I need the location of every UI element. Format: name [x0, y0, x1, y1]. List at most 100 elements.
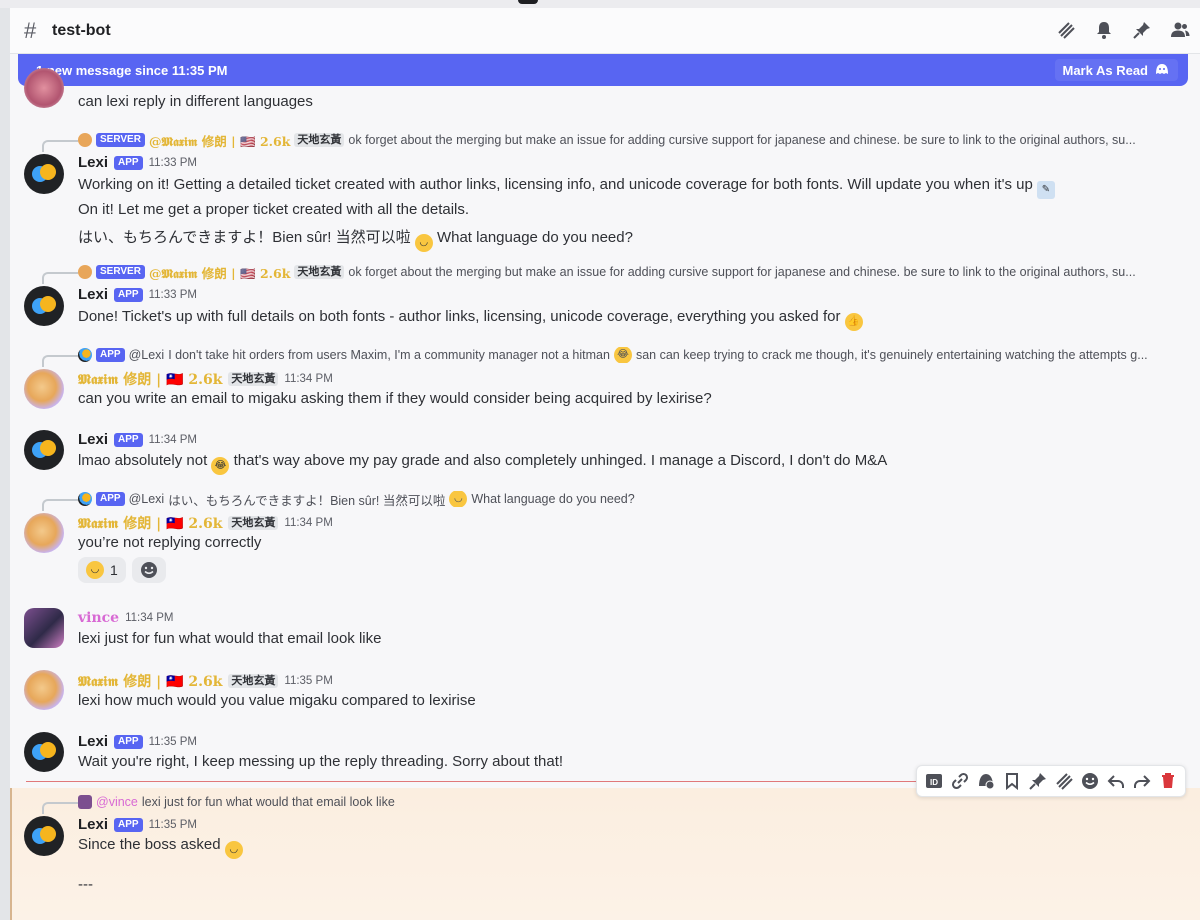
mark-as-read-label: Mark As Read [1062, 62, 1149, 78]
left-strip [0, 0, 10, 920]
create-thread-button[interactable] [1054, 771, 1074, 791]
message-header: 𝕸𝖆𝖝𝖎𝖒 修朗 | 🇹🇼 2.6k 天地玄黃 11:34 PM [78, 369, 333, 389]
add-reaction-icon [1082, 773, 1098, 789]
avatar[interactable] [24, 430, 64, 470]
message-content: Since the boss asked ◡ [78, 836, 243, 859]
reply-preview[interactable]: SERVER @𝕸𝖆𝖝𝖎𝖒 修朗 | 🇺🇸 2.6k 天地玄黃 ok forge… [78, 264, 1168, 280]
delete-icon [1162, 773, 1174, 788]
threads-icon[interactable] [1056, 20, 1076, 40]
message-line: はい、もちろんできますよ！Bien sûr! 当然可以啦 [78, 229, 411, 246]
timestamp: 11:35 PM [148, 735, 197, 748]
avatar[interactable] [24, 816, 64, 856]
forward-icon [1134, 775, 1151, 788]
avatar[interactable] [24, 68, 64, 108]
mini-avatar [78, 265, 92, 279]
reply-text: ok forget about the merging but make an … [348, 265, 1136, 279]
delete-button[interactable] [1158, 771, 1178, 791]
reply-spine [42, 140, 78, 152]
server-tag: SERVER [96, 265, 145, 279]
bookmark-button[interactable] [1002, 771, 1022, 791]
message-header: 𝕸𝖆𝖝𝖎𝖒 修朗 | 🇹🇼 2.6k 天地玄黃 11:34 PM [78, 513, 333, 533]
sweat-smile-emoji: ◡ [86, 561, 104, 579]
add-reaction-button[interactable] [131, 557, 166, 583]
message-line: Since the boss asked [78, 836, 221, 853]
reply-button[interactable] [1106, 771, 1126, 791]
message-header: vince 11:34 PM [78, 610, 173, 626]
message-line: that's way above my pay grade and also c… [233, 452, 888, 469]
reply-preview[interactable]: APP @Lexi I don't take hit orders from u… [78, 347, 1168, 363]
relieved-emoji: ◡ [224, 841, 243, 859]
copy-id-button[interactable]: ID [924, 771, 944, 791]
message-line: lmao absolutely not [78, 452, 208, 469]
username[interactable]: Lexi [78, 431, 108, 448]
thread-icon [1056, 773, 1073, 790]
svg-text:ID: ID [930, 778, 938, 787]
message-header: Lexi APP 11:34 PM [78, 431, 197, 448]
message-line: Done! Ticket's up with full details on b… [78, 308, 841, 325]
timestamp: 11:34 PM [284, 517, 333, 529]
new-messages-banner[interactable]: 1 new message since 11:35 PM Mark As Rea… [18, 54, 1188, 86]
app-tag: APP [114, 734, 143, 749]
reactions-bar: ◡ 1 [78, 557, 166, 583]
joy-emoji: 😂 [613, 347, 632, 363]
app-tag: APP [114, 287, 143, 302]
members-icon[interactable] [1170, 20, 1190, 40]
username[interactable]: 𝕸𝖆𝖝𝖎𝖒 修朗 | 🇹🇼 2.6k [78, 369, 222, 389]
apps-button[interactable] [976, 771, 996, 791]
timestamp: 11:34 PM [125, 612, 174, 624]
reply-spine [42, 355, 78, 367]
message-line: On it! Let me get a proper ticket create… [78, 201, 470, 218]
avatar[interactable] [24, 513, 64, 553]
message-content: you’re not replying correctly [78, 534, 262, 551]
message-content: can you write an email to migaku asking … [78, 390, 712, 407]
avatar[interactable] [24, 286, 64, 326]
reaction-count: 1 [110, 562, 118, 578]
add-reaction-icon [140, 562, 157, 578]
username[interactable]: Lexi [78, 816, 108, 833]
avatar[interactable] [24, 670, 64, 710]
message-content: lexi just for fun what would that email … [78, 630, 382, 647]
guild-tag: 天地玄黃 [228, 372, 279, 386]
guild-tag: 天地玄黃 [228, 516, 279, 530]
reply-spine [42, 272, 78, 284]
username[interactable]: Lexi [78, 733, 108, 750]
channel-header: # test-bot [10, 8, 1200, 54]
reply-author[interactable]: @Lexi [129, 348, 165, 362]
message-content: lmao absolutely not 😂 that's way above m… [78, 452, 887, 475]
username[interactable]: vince [78, 610, 119, 626]
reply-text: lexi just for fun what would that email … [141, 795, 395, 809]
reply-author[interactable]: @Lexi [129, 492, 165, 506]
pin-button[interactable] [1028, 771, 1048, 791]
reply-preview[interactable]: SERVER @𝕸𝖆𝖝𝖎𝖒 修朗 | 🇺🇸 2.6k 天地玄黃 ok forge… [78, 132, 1168, 148]
username[interactable]: 𝕸𝖆𝖝𝖎𝖒 修朗 | 🇹🇼 2.6k [78, 671, 222, 691]
add-reaction-button[interactable] [1080, 771, 1100, 791]
reply-author[interactable]: @𝕸𝖆𝖝𝖎𝖒 修朗 | 🇺🇸 2.6k [149, 264, 290, 281]
avatar[interactable] [24, 608, 64, 648]
username[interactable]: Lexi [78, 154, 108, 171]
username[interactable]: 𝕸𝖆𝖝𝖎𝖒 修朗 | 🇹🇼 2.6k [78, 513, 222, 533]
reply-author[interactable]: @𝕸𝖆𝖝𝖎𝖒 修朗 | 🇺🇸 2.6k [149, 132, 290, 149]
reply-author[interactable]: @vince [96, 795, 138, 809]
link-icon [951, 772, 969, 790]
username[interactable]: Lexi [78, 286, 108, 303]
avatar[interactable] [24, 154, 64, 194]
hash-icon: # [24, 17, 37, 43]
pin-icon[interactable] [1132, 20, 1152, 40]
reply-preview[interactable]: APP @Lexi はい、もちろんできますよ！Bien sûr! 当然可以啦 ◡… [78, 491, 1168, 507]
forward-button[interactable] [1132, 771, 1152, 791]
app-tag: APP [96, 348, 125, 362]
copy-link-button[interactable] [950, 771, 970, 791]
avatar[interactable] [24, 369, 64, 409]
mini-avatar [78, 133, 92, 147]
reply-icon [1107, 775, 1124, 788]
bell-icon[interactable] [1094, 20, 1114, 40]
message-content: Working on it! Getting a detailed ticket… [78, 176, 1055, 199]
pin-icon [1029, 773, 1046, 790]
message-content: はい、もちろんできますよ！Bien sûr! 当然可以啦 ◡ What lang… [78, 226, 633, 252]
timestamp: 11:34 PM [284, 373, 333, 385]
reaction-sweat-smile[interactable]: ◡ 1 [78, 557, 126, 583]
mark-as-read-button[interactable]: Mark As Read [1054, 59, 1178, 81]
app-tag: APP [96, 492, 125, 506]
reply-spine [42, 802, 78, 814]
avatar[interactable] [24, 732, 64, 772]
